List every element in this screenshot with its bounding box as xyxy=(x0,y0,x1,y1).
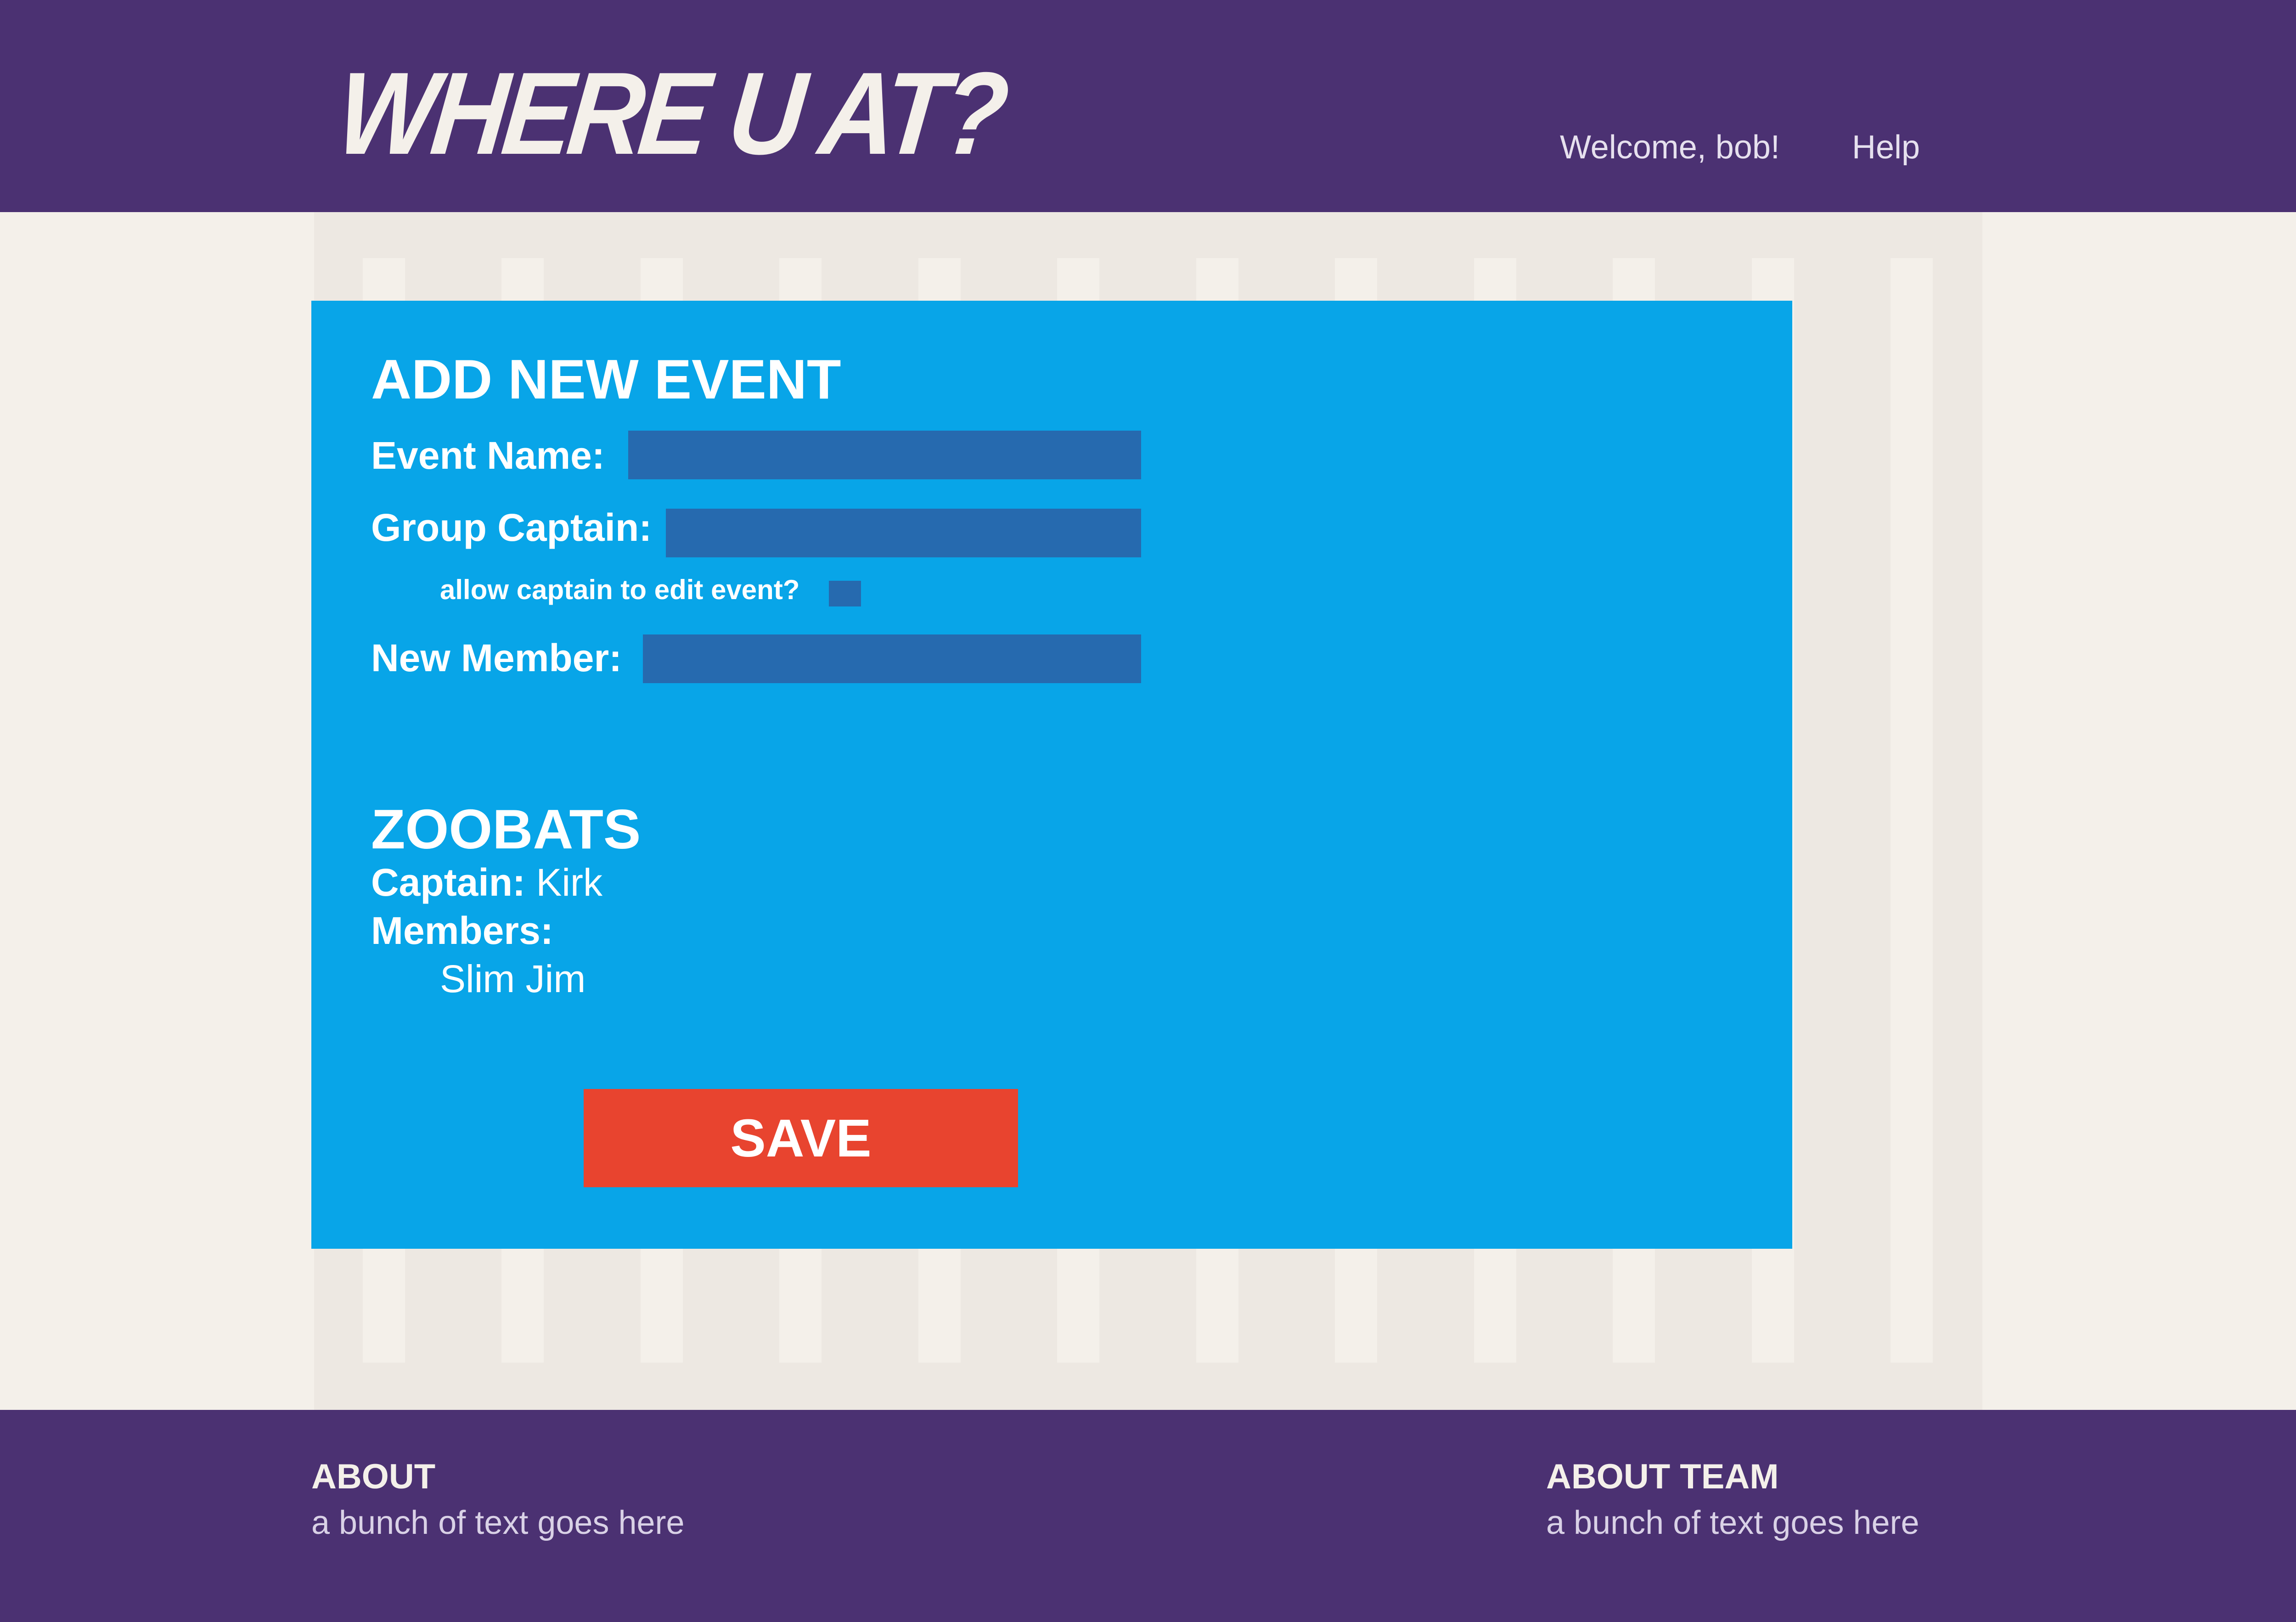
allow-edit-label: allow captain to edit event? xyxy=(440,574,800,605)
captain-label: Captain: xyxy=(371,861,525,904)
new-member-label: New Member: xyxy=(371,636,622,679)
member-item: Slim Jim xyxy=(440,957,586,1000)
save-button[interactable]: SAVE xyxy=(584,1089,1018,1187)
allow-edit-checkbox[interactable] xyxy=(829,581,861,606)
new-member-input[interactable] xyxy=(643,634,1141,683)
header-bar: WHERE U AT? Welcome, bob! Help xyxy=(0,0,2296,212)
about-team-title: ABOUT TEAM xyxy=(1546,1457,1779,1496)
site-logo[interactable]: WHERE U AT? xyxy=(332,48,1010,179)
grid-column xyxy=(1891,258,1933,1363)
event-name-label: Event Name: xyxy=(371,434,605,477)
group-captain-input[interactable] xyxy=(666,509,1141,557)
captain-value: Kirk xyxy=(536,861,603,904)
about-team-text: a bunch of text goes here xyxy=(1546,1504,1919,1541)
add-event-card: ADD NEW EVENT Event Name: Group Captain:… xyxy=(311,301,1792,1249)
team-name: ZOOBATS xyxy=(371,798,641,860)
footer-bar: ABOUT a bunch of text goes here ABOUT TE… xyxy=(0,1410,2296,1622)
about-text: a bunch of text goes here xyxy=(311,1504,685,1541)
welcome-message: Welcome, bob! xyxy=(1560,129,1780,166)
form-title: ADD NEW EVENT xyxy=(371,348,841,410)
event-name-input[interactable] xyxy=(628,431,1141,479)
members-label: Members: xyxy=(371,909,553,952)
about-title: ABOUT xyxy=(311,1457,436,1496)
group-captain-label: Group Captain: xyxy=(371,506,652,549)
captain-line: Captain: Kirk xyxy=(371,863,602,902)
help-link[interactable]: Help xyxy=(1852,131,1920,164)
